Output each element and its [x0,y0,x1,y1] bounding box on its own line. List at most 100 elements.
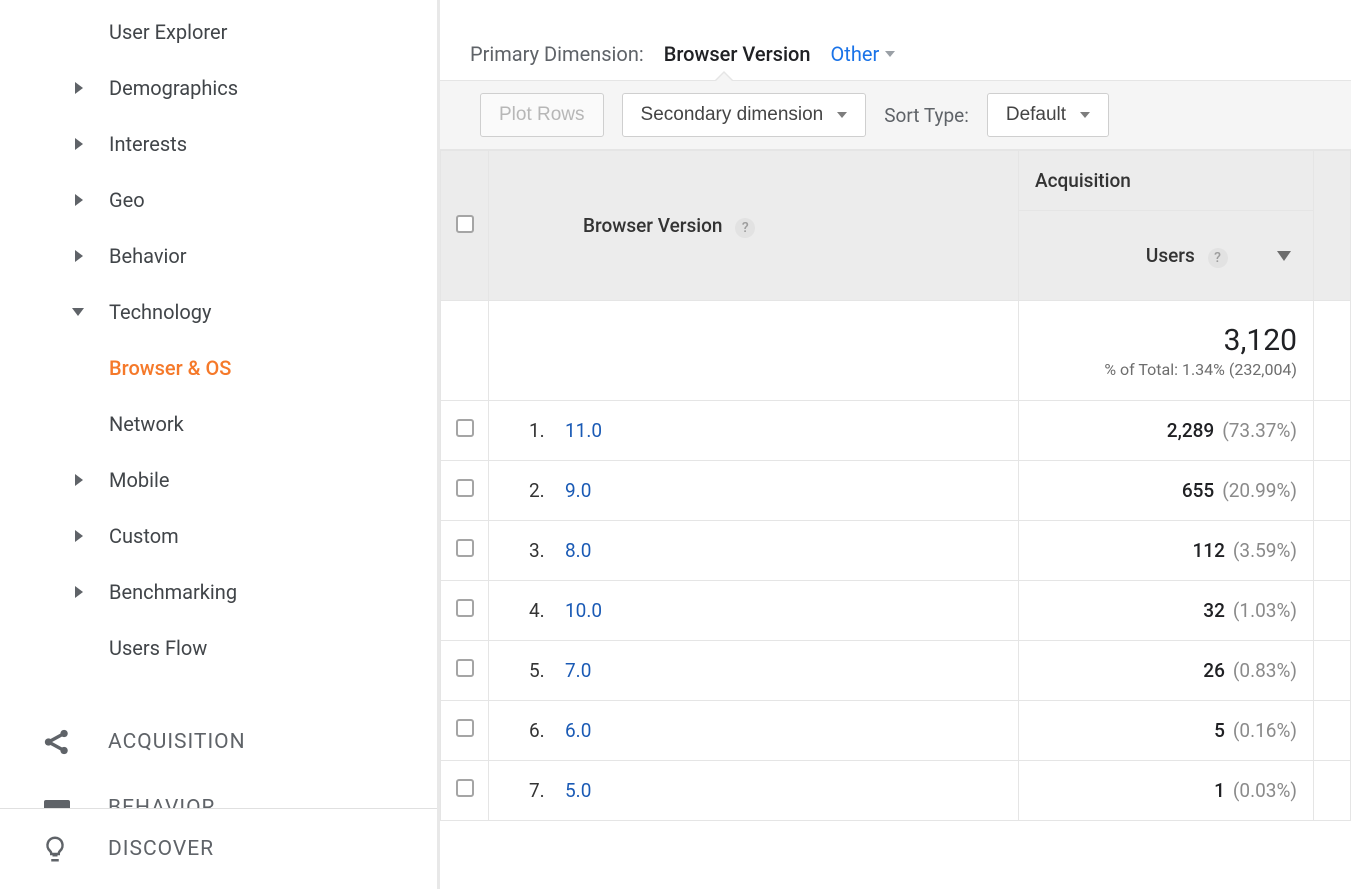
nav-item-technology[interactable]: Technology [0,284,437,340]
nav-item-network[interactable]: Network [0,396,437,452]
nav-item-behavior[interactable]: Behavior [0,228,437,284]
dimension-link[interactable]: 5.0 [565,779,591,802]
users-cell: 32(1.03%) [1019,581,1314,641]
nav-item-label: Benchmarking [109,580,237,604]
dimension-link[interactable]: 8.0 [565,539,591,562]
next-cell-peek [1314,521,1351,581]
chevron-down-icon [885,51,895,57]
select-all-header[interactable] [441,151,489,301]
nav-item-user-explorer[interactable]: User Explorer [0,4,437,60]
nav-item-custom[interactable]: Custom [0,508,437,564]
row-checkbox[interactable] [441,641,489,701]
nav-section-discover[interactable]: DISCOVER [0,809,437,889]
metric-percent: (20.99%) [1222,479,1297,502]
sidebar: User ExplorerDemographics Interests Geo Beh… [0,0,440,889]
dimension-link[interactable]: 9.0 [565,479,591,502]
primary-dimension-other[interactable]: Other [831,42,896,66]
row-checkbox[interactable] [441,701,489,761]
nav-list: User ExplorerDemographics Interests Geo Beh… [0,4,437,676]
header-label: Acquisition [1035,169,1131,192]
nav-item-interests[interactable]: Interests [0,116,437,172]
nav-item-label: Users Flow [109,636,207,660]
share-icon [40,725,88,759]
metric-percent: (1.03%) [1233,599,1297,622]
secondary-dimension-dropdown[interactable]: Secondary dimension [622,93,867,137]
row-checkbox[interactable] [441,461,489,521]
nav-item-label: Custom [109,524,179,548]
next-column-peek [1314,151,1351,301]
metric-percent: (0.03%) [1233,779,1297,802]
metric-group-header: Acquisition [1019,151,1314,211]
primary-dimension-value[interactable]: Browser Version [664,42,811,66]
checkbox-icon [456,419,474,437]
table-row: 2.9.0655(20.99%) [441,461,1351,521]
row-number: 1. [529,419,565,442]
row-number: 5. [529,659,565,682]
checkbox-icon [456,659,474,677]
help-icon[interactable]: ? [1208,248,1228,268]
sort-type-dropdown[interactable]: Default [987,93,1109,137]
checkbox-icon [456,479,474,497]
table-row: 5.7.026(0.83%) [441,641,1351,701]
table-row: 7.5.01(0.03%) [441,761,1351,821]
row-checkbox[interactable] [441,401,489,461]
next-cell-peek [1314,581,1351,641]
dimension-cell: 4.10.0 [489,581,1019,641]
sidebar-footer: DISCOVER [0,808,437,889]
users-cell: 26(0.83%) [1019,641,1314,701]
nav-item-label: Behavior [109,244,187,268]
nav-item-users-flow[interactable]: Users Flow [0,620,437,676]
dimension-cell: 1.11.0 [489,401,1019,461]
sort-desc-icon [1277,251,1291,261]
data-table: Browser Version ? Acquisition Users ? [440,150,1351,821]
nav-item-mobile[interactable]: Mobile [0,452,437,508]
table-toolbar: Plot Rows Secondary dimension Sort Type:… [440,80,1351,150]
dimension-link[interactable]: 10.0 [565,599,602,622]
nav-item-demographics[interactable]: Demographics [0,60,437,116]
table-row: 6.6.0 5(0.16%) [441,701,1351,761]
row-number: 6. [529,719,565,742]
dimension-cell: 7.5.0 [489,761,1019,821]
nav-item-label: Browser & OS [109,356,231,380]
dimension-link[interactable]: 11.0 [565,419,602,442]
table-row: 1.11.02,289(73.37%) [441,401,1351,461]
row-checkbox[interactable] [441,581,489,641]
nav-item-label: Interests [109,132,187,156]
button-label: Secondary dimension [641,104,824,126]
metric-value: 112 [1193,539,1225,562]
checkbox-icon [456,215,474,233]
dimension-link[interactable]: 7.0 [565,659,591,682]
help-icon[interactable]: ? [735,218,755,238]
nav-section-label: BEHAVIOR [88,796,215,808]
total-subtext: % of Total: 1.34% (232,004) [1020,360,1297,379]
dimension-column-header[interactable]: Browser Version ? [489,151,1019,301]
row-number: 7. [529,779,565,802]
nav-item-geo[interactable]: Geo [0,172,437,228]
users-cell: 2,289(73.37%) [1019,401,1314,461]
users-column-header[interactable]: Users ? [1019,211,1314,301]
row-number: 4. [529,599,565,622]
metric-value: 26 [1203,659,1225,682]
square-icon [40,796,88,808]
nav-section-behavior[interactable]: BEHAVIOR [0,796,437,808]
nav-section-acquisition[interactable]: ACQUISITION [0,712,437,772]
plot-rows-button[interactable]: Plot Rows [480,93,604,137]
checkbox-icon [456,719,474,737]
sort-type-label: Sort Type: [884,104,969,127]
metric-value: 2,289 [1167,419,1214,442]
nav-item-browser-os[interactable]: Browser & OS [0,340,437,396]
header-label: Browser Version [583,214,722,237]
metric-percent: (0.16%) [1233,719,1297,742]
nav-item-label: Network [109,412,184,436]
primary-dimension-row: Primary Dimension: Browser Version Other [440,0,1351,66]
users-cell: 5(0.16%) [1019,701,1314,761]
dimension-link[interactable]: 6.0 [565,719,591,742]
nav-section-label: ACQUISITION [88,730,246,754]
button-label: Default [1006,104,1066,126]
row-number: 3. [529,539,565,562]
dimension-cell: 5.7.0 [489,641,1019,701]
nav-item-benchmarking[interactable]: Benchmarking [0,564,437,620]
nav-section-label: DISCOVER [88,837,214,861]
row-checkbox[interactable] [441,761,489,821]
row-checkbox[interactable] [441,521,489,581]
